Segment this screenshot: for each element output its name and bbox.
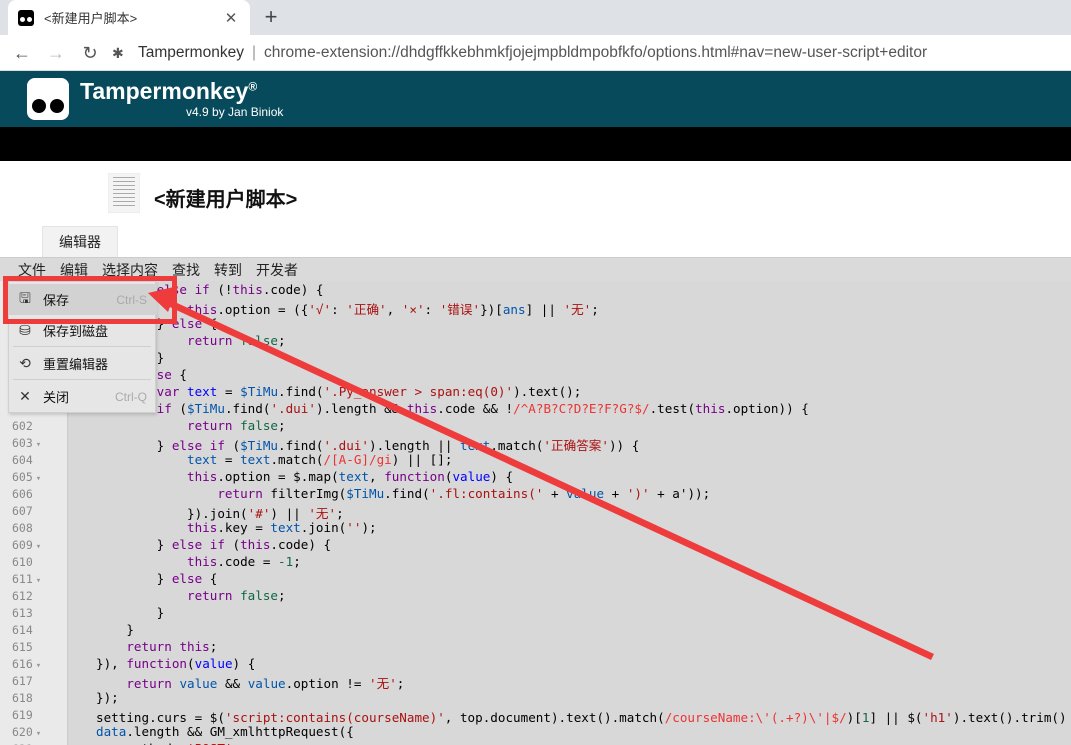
screen: { "browser": { "tab_title": "<新建用户脚本>", … [0,0,1071,745]
annotation-arrow [148,286,934,660]
